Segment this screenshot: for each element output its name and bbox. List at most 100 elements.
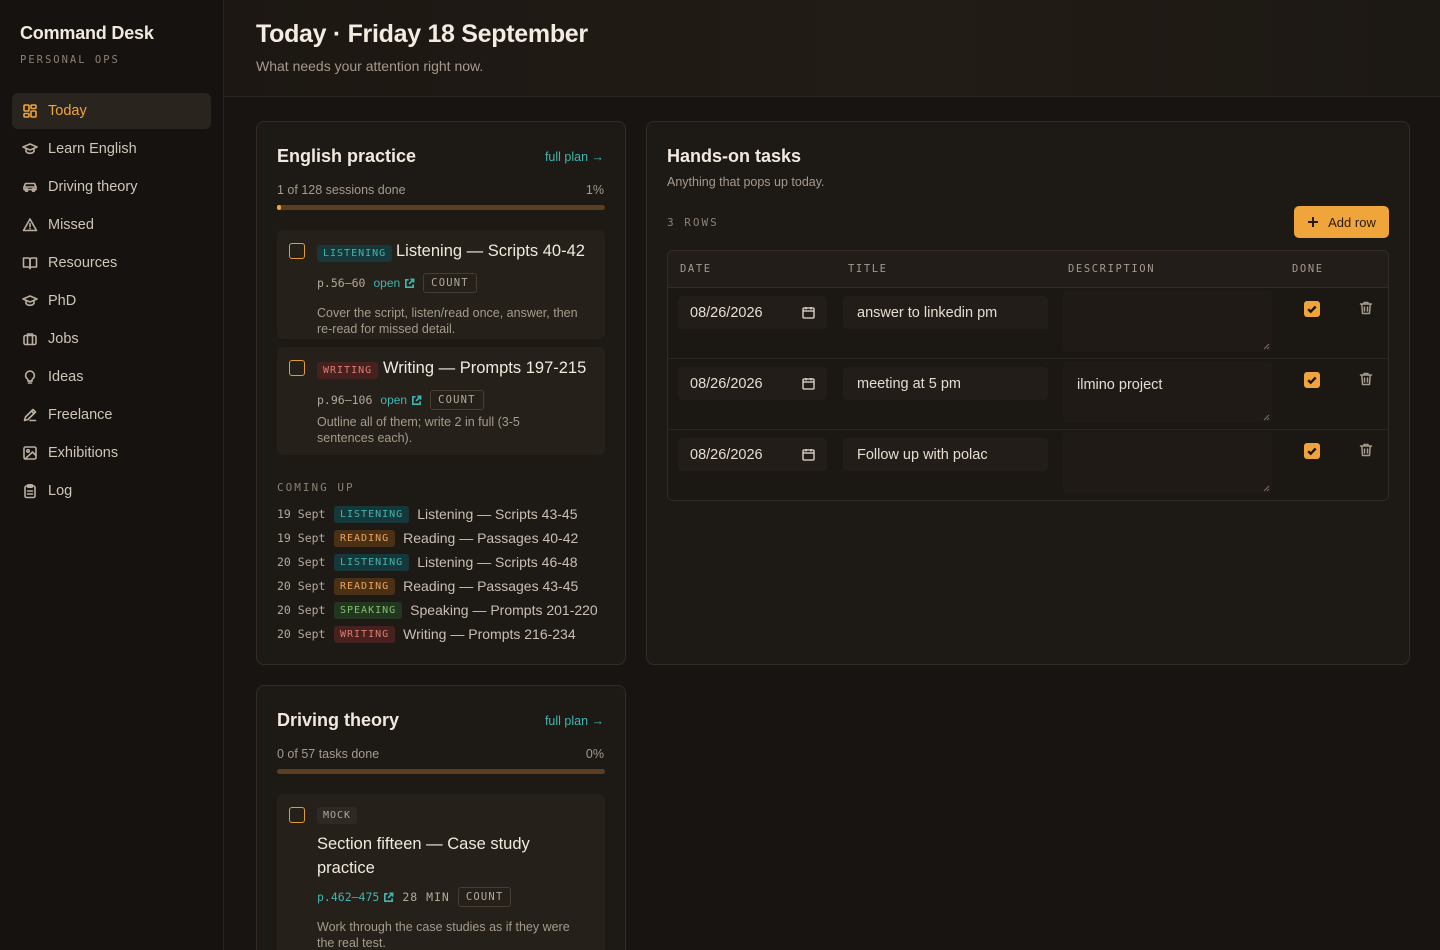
resize-grip-icon [1263,414,1270,421]
session-meta: p.96–106 open COUNT [317,390,484,410]
upcoming-title: Reading — Passages 40-42 [403,530,579,546]
table-header: DATE TITLE DESCRIPTION DONE [668,251,1388,288]
session-count-button[interactable]: COUNT [423,273,477,293]
upcoming-date: 19 Sept [277,531,326,545]
description-textarea[interactable] [1063,290,1272,352]
upcoming-title: Writing — Prompts 216-234 [403,626,576,642]
session-title: Writing — Prompts 197-215 [383,359,587,377]
clipboard-icon [22,483,38,499]
graduation-cap-icon [22,293,38,309]
task-pages-link[interactable]: p.462–475 [317,890,394,904]
sidebar-item-resources[interactable]: Resources [12,245,211,281]
external-link-icon [384,892,394,902]
sidebar-item-today[interactable]: Today [12,93,211,129]
trash-icon [1359,372,1373,386]
task-meta: p.462–475 28 MIN COUNT [317,887,512,907]
upcoming-tag: READING [334,529,396,547]
driving-progress-percent: 0% [585,747,604,761]
upcoming-tag: LISTENING [334,553,410,571]
date-input[interactable]: 08/26/2026 [678,438,827,471]
sidebar-item-freelance[interactable]: Freelance [12,397,211,433]
upcoming-title: Listening — Scripts 43-45 [417,506,578,522]
done-checkbox[interactable] [1304,301,1320,317]
title-input[interactable]: Follow up with polac [843,438,1048,471]
task-duration: 28 MIN [402,890,450,904]
page-title: Today · Friday 18 September [256,20,588,48]
sidebar-item-label: Exhibitions [48,445,119,461]
date-input[interactable]: 08/26/2026 [678,296,827,329]
done-checkbox[interactable] [1304,372,1320,388]
title-input[interactable]: meeting at 5 pm [843,367,1048,400]
column-header-done: DONE [1292,263,1324,275]
delete-row-button[interactable] [1358,371,1374,387]
description-textarea[interactable] [1063,432,1272,494]
tasks-card-title: Hands-on tasks [667,146,802,166]
trash-icon [1359,301,1373,315]
task-count-button[interactable]: COUNT [457,887,512,907]
delete-row-button[interactable] [1358,300,1374,316]
driving-theory-card: Driving theory full plan → 0 of 57 tasks… [256,685,626,950]
plus-icon [1308,217,1319,227]
sidebar-item-log[interactable]: Log [12,473,211,509]
session-title: Listening — Scripts 40-42 [396,242,585,260]
session-pages: p.96–106 [317,393,373,407]
column-header-title: TITLE [848,263,888,275]
title-input[interactable]: answer to linkedin pm [843,296,1048,329]
session-tag: LISTENING [317,245,393,262]
sidebar-item-missed[interactable]: Missed [12,207,211,243]
external-link-icon [412,395,422,405]
sidebar-item-label: Freelance [48,407,113,423]
session-pages: p.56–60 [317,276,366,290]
sidebar-nav: Today Learn English Driving theory Misse… [12,93,211,511]
session-checkbox[interactable] [289,243,305,259]
english-full-plan-link[interactable]: full plan → [545,150,604,164]
sidebar-item-ideas[interactable]: Ideas [12,359,211,395]
add-row-label: Add row [1328,214,1376,230]
briefcase-icon [22,331,38,347]
session-open-link[interactable]: open [380,393,422,407]
session-checkbox[interactable] [289,360,305,376]
sidebar-item-phd[interactable]: PhD [12,283,211,319]
driving-card-title: Driving theory [277,710,400,730]
session-description: Cover the script, listen/read once, answ… [317,306,578,336]
add-row-button[interactable]: Add row [1294,206,1389,238]
sidebar: Command Desk PERSONAL OPS Today Learn En… [0,0,224,950]
sidebar-item-driving-theory[interactable]: Driving theory [12,169,211,205]
done-checkbox[interactable] [1304,443,1320,459]
english-practice-card: English practice full plan → 1 of 128 se… [256,121,626,665]
graduation-cap-icon [22,141,38,157]
driving-full-plan-link[interactable]: full plan → [545,714,604,728]
session-item: WRITING Writing — Prompts 197-215 p.96–1… [277,347,605,455]
dashboard-icon [22,103,38,119]
description-textarea[interactable]: ilmino project [1063,361,1272,423]
task-title: Section fifteen — Case study practice [317,835,530,877]
table-row: 08/26/2026 answer to linkedin pm [668,288,1388,359]
task-checkbox[interactable] [289,807,305,823]
sidebar-item-label: Resources [48,255,118,271]
upcoming-item[interactable]: 20 Sept SPEAKING Speaking — Prompts 201-… [277,600,598,620]
sidebar-item-learn-english[interactable]: Learn English [12,131,211,167]
upcoming-item[interactable]: 19 Sept READING Reading — Passages 40-42 [277,528,578,548]
upcoming-item[interactable]: 20 Sept WRITING Writing — Prompts 216-23… [277,624,576,644]
english-card-title: English practice [277,146,417,166]
sidebar-item-jobs[interactable]: Jobs [12,321,211,357]
warning-icon [22,217,38,233]
task-tag: MOCK [317,807,358,824]
date-input[interactable]: 08/26/2026 [678,367,827,400]
trash-icon [1359,443,1373,457]
sidebar-item-label: Jobs [48,331,79,347]
sidebar-item-label: Learn English [48,141,137,157]
sidebar-item-label: Log [48,483,73,499]
upcoming-date: 20 Sept [277,627,326,641]
session-count-button[interactable]: COUNT [430,390,484,410]
upcoming-item[interactable]: 20 Sept READING Reading — Passages 43-45 [277,576,578,596]
session-open-link[interactable]: open [373,276,415,290]
book-open-icon [22,255,38,271]
upcoming-tag: READING [334,577,396,595]
sidebar-item-label: Driving theory [48,179,138,195]
upcoming-item[interactable]: 20 Sept LISTENING Listening — Scripts 46… [277,552,578,572]
sidebar-item-exhibitions[interactable]: Exhibitions [12,435,211,471]
upcoming-item[interactable]: 19 Sept LISTENING Listening — Scripts 43… [277,504,578,524]
driving-progress-bar [277,769,605,774]
delete-row-button[interactable] [1358,442,1374,458]
